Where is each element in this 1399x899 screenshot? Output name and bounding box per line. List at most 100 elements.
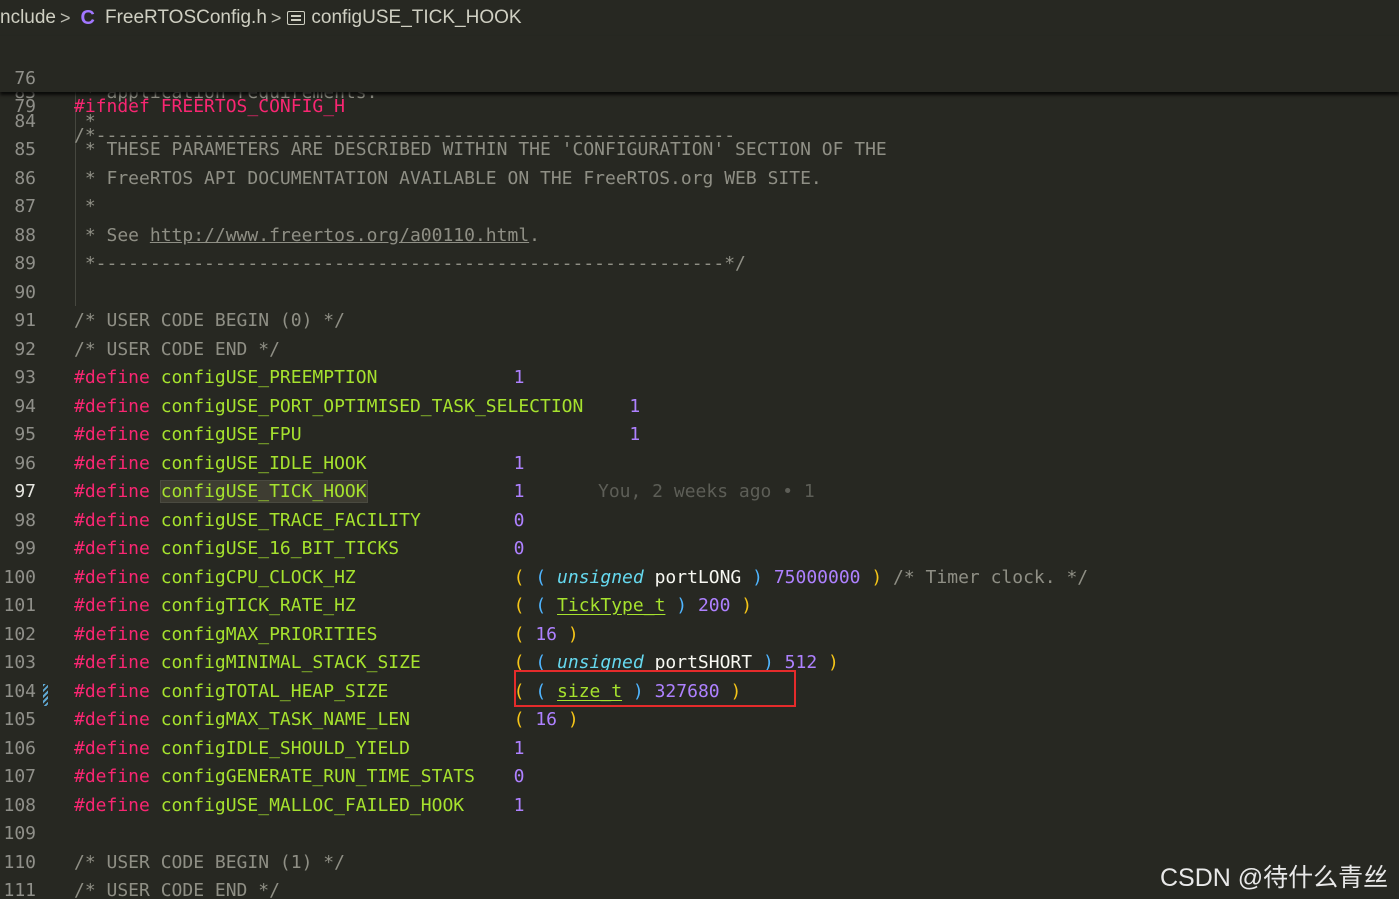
define-keyword: #define [74,395,150,417]
code-line[interactable]: 102 #define configMAX_PRIORITIES ( 16 ) [0,621,1399,650]
code-line[interactable]: 109 [0,820,1399,849]
code-line[interactable]: 94 #define configUSE_PORT_OPTIMISED_TASK_… [0,393,1399,422]
sticky-line[interactable]: 79 /*-----------------------------------… [0,65,1399,146]
code-text: * FreeRTOS API DOCUMENTATION AVAILABLE O… [74,167,822,189]
code-line[interactable]: 108 #define configUSE_MALLOC_FAILED_HOOK 1 [0,792,1399,821]
sticky-scroll-header[interactable]: 76 #ifndef FREERTOS_CONFIG_H 79 /*------… [0,36,1399,146]
macro-value: 1 [629,421,640,450]
line-number: 88 [14,224,36,246]
line-number: 105 [3,709,36,730]
code-editor[interactable]: 83 * application requirements. 84 * 85 * T… [0,36,1399,899]
type-name: portLONG [654,566,742,588]
code-text: /* USER CODE END */ [74,338,280,360]
line-number: 94 [14,395,36,417]
code-line[interactable]: 95 #define configUSE_FPU 1 [0,421,1399,450]
highlight-annotation-box [514,670,796,707]
macro-name: configMINIMAL_STACK_SIZE [160,652,421,673]
code-line[interactable]: 91 /* USER CODE BEGIN (0) */ [0,307,1399,336]
sticky-line[interactable]: 76 #ifndef FREERTOS_CONFIG_H [0,36,1399,118]
macro-value: 0 [514,535,525,564]
code-line[interactable]: 92 /* USER CODE END */ [0,336,1399,365]
type-name: TickType_t [557,595,666,616]
code-line[interactable]: 106 #define configIDLE_SHOULD_YIELD 1 [0,735,1399,764]
code-text: #define configTICK_RATE_HZ [74,592,356,621]
macro-name: configGENERATE_RUN_TIME_STATS [160,766,475,787]
define-keyword: #define [74,680,150,702]
number-literal: 1 [513,794,525,816]
number-literal: 1 [513,737,525,759]
code-line[interactable]: 97 #define configUSE_TICK_HOOK 1 You, 2 wee… [0,478,1399,507]
paren: ) [567,623,579,645]
inline-comment: /* Timer clock. */ [893,566,1089,588]
code-line[interactable]: 86 * FreeRTOS API DOCUMENTATION AVAILABL… [0,165,1399,194]
code-line[interactable]: 89 *------------------------------------… [0,250,1399,279]
code-text: #define configUSE_MALLOC_FAILED_HOOK [74,792,464,821]
code-line[interactable]: 100 #define configCPU_CLOCK_HZ ( ( unsigne… [0,564,1399,593]
breadcrumb: nclude > C FreeRTOSConfig.h > configUSE_… [0,0,1399,36]
code-text: * [74,196,96,217]
macro-value: ( 16 ) [514,706,579,735]
code-line[interactable]: 101 #define configTICK_RATE_HZ ( ( TickTyp… [0,592,1399,621]
define-keyword: #define [74,481,150,502]
code-text: #define configUSE_PORT_OPTIMISED_TASK_SE… [74,393,583,422]
number-literal: 1 [513,481,525,502]
line-number: 97 [14,481,36,502]
code-line[interactable]: 88 * See http://www.freertos.org/a00110.… [0,222,1399,251]
macro-name: configUSE_IDLE_HOOK [160,452,367,474]
macro-value: 0 [514,507,525,536]
paren: ) [828,652,839,673]
number-literal: 75000000 [773,566,861,588]
line-number: 96 [14,452,36,474]
paren: ) [567,709,579,730]
line-number: 103 [3,652,36,673]
breadcrumb-file[interactable]: C FreeRTOSConfig.h [77,7,267,30]
define-keyword: #define [74,367,150,388]
macro-name: configMAX_PRIORITIES [160,623,378,645]
define-keyword: #define [74,737,150,759]
macro-value: ( ( TickType_t ) 200 ) [514,592,752,621]
code-line[interactable]: 96 #define configUSE_IDLE_HOOK 1 [0,450,1399,479]
line-number: 93 [14,367,36,388]
code-line[interactable]: 105 #define configMAX_TASK_NAME_LEN ( 16 ) [0,706,1399,735]
chevron-right-icon: > [270,7,282,28]
macro-value: 1 [629,393,640,422]
comment-link[interactable]: http://www.freertos.org/a00110.html [150,225,529,246]
paren: ) [676,595,688,616]
watermark: CSDN @待什么青丝 [1160,864,1389,892]
code-text: #ifndef FREERTOS_CONFIG_H [74,96,345,117]
code-line[interactable]: 93 #define configUSE_PREEMPTION 1 [0,364,1399,393]
comment-text: * See [74,224,150,246]
code-line[interactable]: 99 #define configUSE_16_BIT_TICKS 0 [0,535,1399,564]
code-line[interactable]: 90 [0,279,1399,308]
line-number: 91 [14,310,36,331]
code-text: /*--------------------------------------… [74,124,736,146]
line-number: 90 [14,281,36,303]
code-text: #define configMINIMAL_STACK_SIZE [74,649,421,678]
paren: ) [741,595,753,616]
paren: ( [513,595,525,616]
macro-name: configUSE_PORT_OPTIMISED_TASK_SELECTION [160,395,584,417]
define-keyword: #define [74,794,150,816]
line-number: 104 [3,680,36,702]
line-number: 111 [3,880,36,899]
code-text: #define configUSE_TICK_HOOK [74,478,368,507]
macro-value: 1 [514,735,525,764]
code-line[interactable]: 87 * [0,193,1399,222]
define-keyword: #define [74,766,150,787]
code-line[interactable]: 107 #define configGENERATE_RUN_TIME_STATS… [0,763,1399,792]
code-text: /* USER CODE BEGIN (1) */ [74,851,345,873]
define-keyword: #define [74,509,150,531]
paren: ( [535,566,547,588]
breadcrumb-folder[interactable]: nclude [0,7,56,29]
breadcrumb-symbol[interactable]: configUSE_TICK_HOOK [287,7,522,29]
line-number: 110 [3,851,36,873]
number-literal: 1 [513,452,525,474]
macro-value: ( ( unsigned portLONG ) 75000000 ) /* Ti… [514,564,1088,593]
symbol-constant-icon [287,11,306,25]
code-text: #define configUSE_FPU [74,421,302,450]
macro-value: 1 [514,792,525,821]
code-line[interactable]: 98 #define configUSE_TRACE_FACILITY 0 [0,507,1399,536]
line-number: 95 [14,424,36,445]
define-keyword: #define [74,424,150,445]
paren: ( [535,595,547,616]
